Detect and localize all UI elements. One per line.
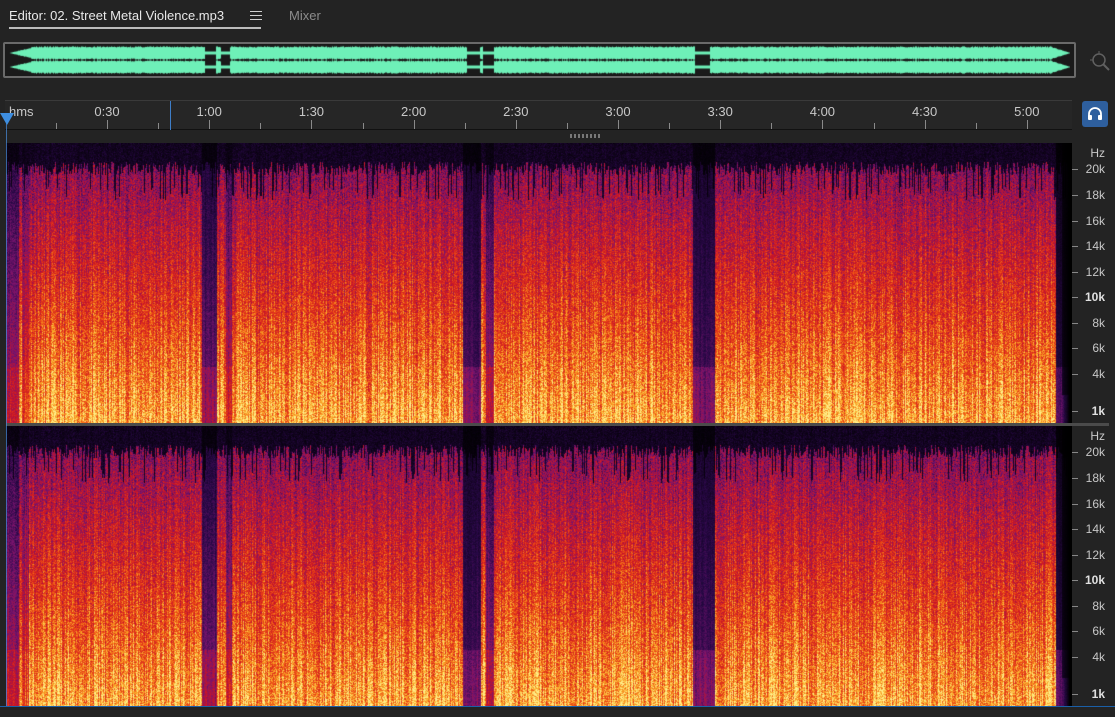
time-tick xyxy=(209,120,211,129)
time-ruler[interactable]: hms 0:30 1:00 1:30 2:00 2:30 3:00 3:30 4:00 4:30… xyxy=(5,100,1072,130)
tab-mixer[interactable]: Mixer xyxy=(289,8,321,23)
time-tick xyxy=(873,123,875,129)
frequency-label: 16k xyxy=(1085,497,1105,511)
time-label: 2:00 xyxy=(400,104,427,119)
frequency-tick xyxy=(1072,504,1078,505)
frequency-label: 1k xyxy=(1091,687,1105,701)
time-tick xyxy=(771,123,773,129)
time-tick xyxy=(55,123,57,129)
spectrogram-canvas-right xyxy=(6,426,1072,706)
time-tick xyxy=(822,120,824,129)
hamburger-icon[interactable] xyxy=(249,8,263,22)
time-label: 3:00 xyxy=(605,104,631,119)
frequency-tick xyxy=(1072,272,1078,273)
frequency-unit-label: Hz xyxy=(1090,146,1105,160)
frequency-label: 8k xyxy=(1092,599,1105,613)
frequency-tick xyxy=(1072,323,1078,324)
frequency-tick xyxy=(1072,169,1078,170)
frequency-label: 12k xyxy=(1085,548,1105,562)
frequency-tick xyxy=(1072,529,1078,530)
playhead-marker-icon[interactable] xyxy=(0,113,14,125)
frequency-label: 20k xyxy=(1085,445,1105,459)
headphones-icon[interactable] xyxy=(1082,101,1108,127)
frequency-label: 14k xyxy=(1085,239,1105,253)
time-label: 0:30 xyxy=(94,104,120,119)
time-label: 5:00 xyxy=(1014,104,1040,119)
footer-strip xyxy=(0,706,1115,717)
spectral-display-right-channel[interactable] xyxy=(6,426,1072,706)
frequency-tick xyxy=(1072,297,1078,298)
tab-editor-label: Editor: 02. Street Metal Violence.mp3 xyxy=(9,8,225,23)
time-label: 1:30 xyxy=(298,104,325,119)
time-tick xyxy=(260,123,262,129)
time-tick xyxy=(362,123,364,129)
frequency-tick xyxy=(1072,374,1078,375)
frequency-label: 4k xyxy=(1092,650,1105,664)
spectral-display-left-channel[interactable] xyxy=(6,143,1072,423)
frequency-tick xyxy=(1072,606,1078,607)
overview-waveform-canvas xyxy=(9,45,1070,75)
playhead-line xyxy=(6,114,7,716)
frequency-label: 6k xyxy=(1092,341,1105,355)
frequency-tick xyxy=(1072,657,1078,658)
frequency-tick xyxy=(1072,452,1078,453)
zoom-navigator-icon[interactable] xyxy=(1089,50,1111,72)
cursor-position-line xyxy=(170,101,171,130)
time-tick xyxy=(669,123,671,129)
frequency-label: 16k xyxy=(1085,214,1105,228)
frequency-tick xyxy=(1072,348,1078,349)
frequency-label: 12k xyxy=(1085,265,1105,279)
time-tick xyxy=(618,120,619,129)
frequency-tick xyxy=(1072,221,1078,222)
frequency-tick xyxy=(1072,246,1078,247)
frequency-label: 6k xyxy=(1092,624,1105,638)
frequency-axis-top: Hz 20k 18k 16k 14k 12k 10k 8k 6k 4k 1k xyxy=(1072,143,1115,423)
time-tick xyxy=(566,123,568,129)
panel-resize-handle[interactable] xyxy=(570,134,600,138)
time-label: 2:30 xyxy=(503,104,529,119)
time-tick xyxy=(413,120,415,129)
time-label: 4:30 xyxy=(911,104,938,119)
time-label: 1:00 xyxy=(196,104,222,119)
frequency-label: 1k xyxy=(1091,404,1105,418)
frequency-label: 20k xyxy=(1085,162,1105,176)
frequency-label: 10k xyxy=(1084,573,1105,587)
time-tick xyxy=(720,120,722,129)
time-tick xyxy=(924,120,926,129)
time-tick xyxy=(1026,120,1028,129)
spectrogram-canvas-left xyxy=(6,143,1072,423)
frequency-tick xyxy=(1072,631,1078,632)
frequency-tick xyxy=(1072,580,1078,581)
frequency-label: 18k xyxy=(1085,188,1105,202)
frequency-axis-bottom: Hz 20k 18k 16k 14k 12k 10k 8k 6k 4k 1k xyxy=(1072,426,1115,706)
frequency-label: 8k xyxy=(1092,316,1105,330)
time-tick xyxy=(107,120,108,129)
frequency-unit-label: Hz xyxy=(1090,429,1105,443)
frequency-label: 10k xyxy=(1084,290,1105,304)
frequency-tick xyxy=(1072,555,1078,556)
frequency-label: 18k xyxy=(1085,471,1105,485)
time-label: 4:00 xyxy=(809,104,836,119)
frequency-tick xyxy=(1072,411,1078,412)
time-label: 3:30 xyxy=(707,104,733,119)
frequency-tick xyxy=(1072,478,1078,479)
frequency-tick xyxy=(1072,195,1078,196)
frequency-tick xyxy=(1072,694,1078,695)
tab-editor[interactable]: Editor: 02. Street Metal Violence.mp3 xyxy=(9,8,261,30)
time-tick xyxy=(311,120,313,129)
active-tab-underline xyxy=(9,27,261,29)
frequency-label: 4k xyxy=(1092,367,1105,381)
frequency-label: 14k xyxy=(1085,522,1105,536)
time-tick xyxy=(975,123,977,129)
tab-bar: Editor: 02. Street Metal Violence.mp3 Mi… xyxy=(0,0,1115,34)
overview-waveform[interactable] xyxy=(3,42,1076,78)
time-tick xyxy=(515,120,517,129)
time-tick xyxy=(464,123,466,129)
time-tick xyxy=(158,123,160,129)
